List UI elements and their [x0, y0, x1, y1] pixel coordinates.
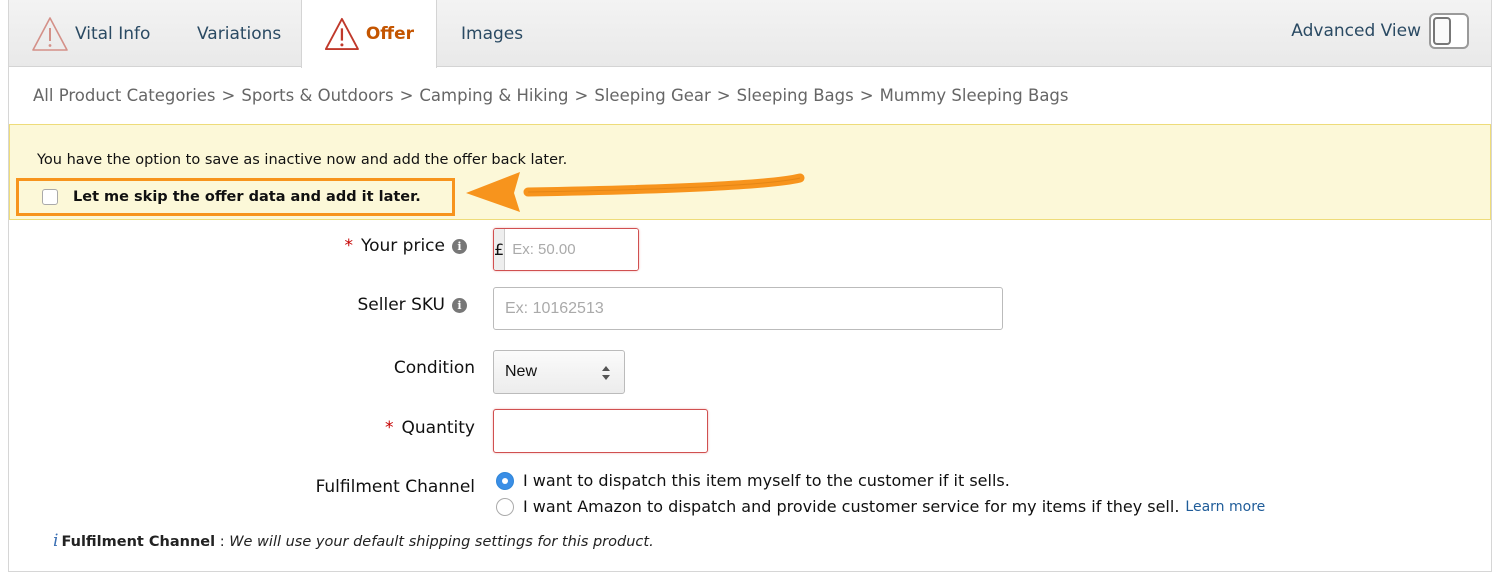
tab-images-label: Images — [461, 23, 524, 44]
breadcrumb-separator: > — [221, 86, 236, 105]
info-icon[interactable]: i — [452, 238, 467, 254]
note-text: We will use your default shipping settin… — [229, 534, 654, 550]
tab-bar: Vital Info Variations Offer Images Advan… — [9, 0, 1491, 68]
breadcrumb-item[interactable]: Camping & Hiking — [419, 86, 568, 105]
skip-offer-highlight: Let me skip the offer data and add it la… — [16, 178, 455, 216]
tab-variations[interactable]: Variations — [197, 0, 281, 67]
required-marker: * — [385, 418, 394, 438]
fulfilment-note: i Fulfilment Channel : We will use your d… — [53, 531, 654, 551]
breadcrumb-separator: > — [859, 86, 874, 105]
fulfilment-label: Fulfilment Channel — [315, 477, 475, 497]
annotation-arrow-icon — [466, 172, 805, 212]
advanced-view-label: Advanced View — [1291, 21, 1421, 41]
breadcrumb-item[interactable]: Sleeping Gear — [594, 86, 710, 105]
price-label-row: * Your price i — [344, 236, 467, 256]
breadcrumb-item-current: Mummy Sleeping Bags — [879, 86, 1069, 105]
sku-label-row: Seller SKU i — [358, 295, 467, 315]
warning-triangle-icon — [324, 17, 359, 51]
breadcrumb-separator: > — [716, 86, 731, 105]
fulfilment-option-label: I want to dispatch this item myself to t… — [523, 471, 1010, 490]
breadcrumb-item[interactable]: Sports & Outdoors — [241, 86, 393, 105]
tab-images[interactable]: Images — [461, 0, 523, 67]
note-separator: : — [219, 534, 225, 550]
quantity-label-row: * Quantity — [385, 418, 475, 438]
warning-triangle-icon — [32, 16, 68, 51]
condition-select[interactable]: New — [493, 350, 625, 394]
info-icon[interactable]: i — [452, 297, 467, 313]
quantity-input[interactable] — [493, 409, 708, 453]
skip-offer-label[interactable]: Let me skip the offer data and add it la… — [73, 189, 421, 205]
radio-unselected[interactable] — [496, 497, 514, 516]
advanced-view: Advanced View — [1291, 13, 1469, 49]
fulfilment-option-amazon[interactable]: I want Amazon to dispatch and provide cu… — [496, 497, 1265, 516]
breadcrumb-item[interactable]: All Product Categories — [33, 86, 216, 105]
page-frame: Vital Info Variations Offer Images Advan… — [8, 0, 1492, 572]
tab-offer[interactable]: Offer — [301, 0, 437, 68]
learn-more-link[interactable]: Learn more — [1185, 499, 1265, 515]
tab-offer-label: Offer — [365, 24, 414, 44]
condition-label-row: Condition — [394, 358, 475, 378]
fulfilment-option-merchant[interactable]: I want to dispatch this item myself to t… — [496, 471, 1010, 490]
condition-value: New — [505, 363, 538, 380]
note-title: Fulfilment Channel — [61, 534, 216, 550]
advanced-view-toggle[interactable] — [1429, 13, 1469, 49]
required-marker: * — [344, 236, 353, 256]
tab-vital-info-label: Vital Info — [75, 23, 151, 44]
select-arrows-icon — [602, 366, 610, 380]
price-label: Your price — [360, 236, 445, 256]
skip-offer-checkbox[interactable] — [42, 189, 58, 205]
fulfilment-option-label: I want Amazon to dispatch and provide cu… — [523, 497, 1180, 516]
condition-label: Condition — [393, 358, 475, 378]
quantity-label: Quantity — [401, 418, 475, 438]
tab-variations-label: Variations — [197, 23, 282, 44]
price-field: £ — [493, 228, 639, 271]
fulfilment-label-row: Fulfilment Channel — [316, 477, 475, 497]
info-italic-icon: i — [53, 531, 59, 551]
breadcrumb-item[interactable]: Sleeping Bags — [737, 86, 854, 105]
sku-input[interactable] — [493, 287, 1003, 330]
breadcrumb-separator: > — [574, 86, 589, 105]
breadcrumb-separator: > — [399, 86, 414, 105]
price-input[interactable] — [505, 229, 638, 270]
toggle-knob — [1433, 17, 1451, 45]
radio-selected[interactable] — [496, 471, 514, 490]
breadcrumb: All Product Categories > Sports & Outdoors… — [33, 86, 1069, 105]
sku-label: Seller SKU — [357, 295, 445, 315]
currency-symbol: £ — [494, 229, 506, 270]
tab-vital-info[interactable]: Vital Info — [31, 0, 150, 67]
